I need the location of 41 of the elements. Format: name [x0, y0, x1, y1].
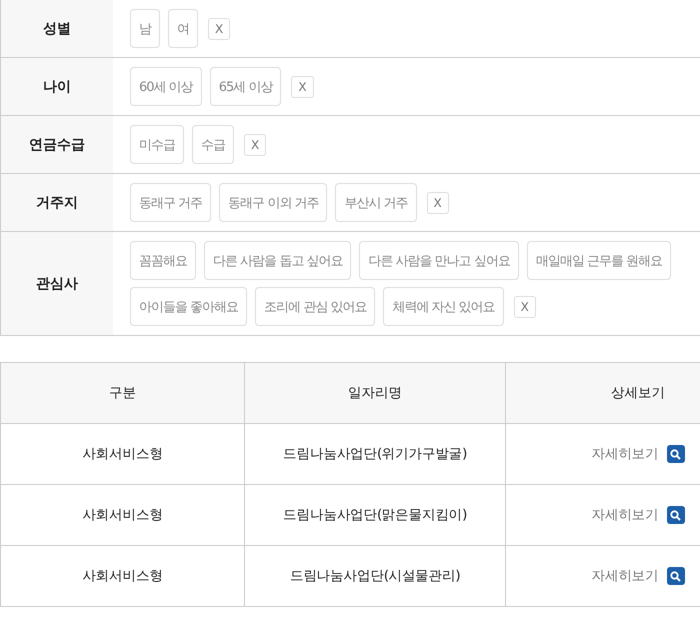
- column-header: 상세보기: [611, 385, 665, 401]
- option-chip[interactable]: 체력에 자신 있어요: [383, 287, 504, 326]
- option-chip[interactable]: 다른 사람을 만나고 싶어요: [359, 241, 519, 280]
- option-chip[interactable]: 미수급: [130, 125, 184, 164]
- option-chip[interactable]: 아이들을 좋아해요: [130, 287, 248, 326]
- option-chip[interactable]: 매일매일 근무를 원해요: [526, 241, 672, 280]
- option-chip[interactable]: 조리에 관심 있어요: [255, 287, 376, 326]
- clear-button[interactable]: X: [514, 296, 536, 318]
- table-cell: 드림나눔사업단(시설물관리): [290, 568, 460, 584]
- detail-link[interactable]: 자세히보기: [591, 567, 658, 585]
- filter-label: 성별: [1, 0, 113, 57]
- filter-label: 거주지: [1, 174, 113, 231]
- search-icon[interactable]: [666, 445, 684, 463]
- option-chip[interactable]: 여: [168, 9, 198, 48]
- table-cell: 사회서비스형: [82, 568, 163, 584]
- table-cell: 사회서비스형: [82, 507, 163, 523]
- table-cell: 드림나눔사업단(위기가구발굴): [283, 446, 467, 462]
- option-chip[interactable]: 동래구 거주: [130, 183, 212, 222]
- filter-label: 관심사: [1, 232, 113, 335]
- option-chip[interactable]: 수급: [192, 125, 234, 164]
- table-cell: 드림나눔사업단(맑은물지킴이): [283, 507, 467, 523]
- column-header: 일자리명: [348, 385, 402, 401]
- detail-link[interactable]: 자세히보기: [591, 445, 658, 463]
- option-chip[interactable]: 동래구 이외 거주: [219, 183, 328, 222]
- search-icon[interactable]: [666, 506, 684, 524]
- clear-button[interactable]: X: [244, 134, 266, 156]
- option-chip[interactable]: 다른 사람을 돕고 싶어요: [204, 241, 352, 280]
- option-chip[interactable]: 꼼꼼해요: [130, 241, 196, 280]
- option-chip[interactable]: 남: [130, 9, 160, 48]
- search-icon[interactable]: [666, 567, 684, 585]
- column-header: 구분: [109, 385, 136, 401]
- detail-link[interactable]: 자세히보기: [591, 506, 658, 524]
- filter-label: 연금수급: [1, 116, 113, 173]
- table-cell: 사회서비스형: [82, 446, 163, 462]
- clear-button[interactable]: X: [291, 76, 314, 98]
- clear-button[interactable]: X: [208, 18, 230, 40]
- option-chip[interactable]: 65세 이상: [210, 67, 282, 106]
- filter-label: 나이: [1, 58, 113, 115]
- option-chip[interactable]: 부산시 거주: [335, 183, 417, 222]
- option-chip[interactable]: 60세 이상: [130, 67, 202, 106]
- clear-button[interactable]: X: [426, 192, 449, 214]
